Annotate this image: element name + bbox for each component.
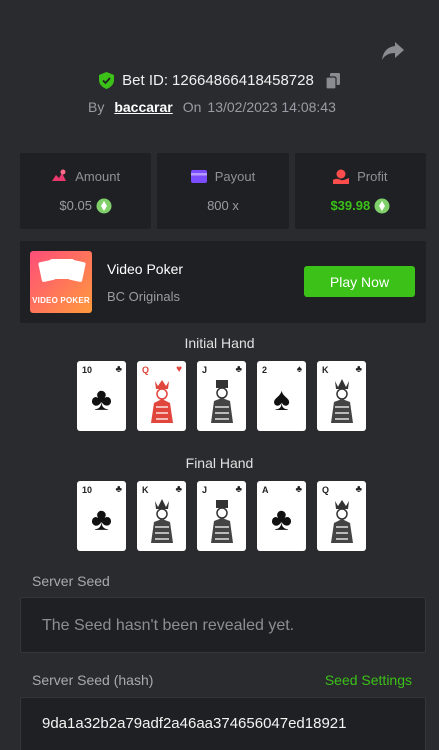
coin-icon: [96, 198, 112, 213]
bet-datetime: 13/02/2023 14:08:43: [207, 99, 336, 115]
final-hand-label: Final Hand: [185, 455, 254, 471]
playing-card: Q ♣: [317, 481, 366, 551]
by-label: By: [88, 99, 105, 115]
queen-face-icon: [151, 380, 173, 423]
username-link[interactable]: baccarar: [114, 99, 172, 115]
seed-settings-link[interactable]: Seed Settings: [325, 672, 412, 688]
final-hand: 10 ♣ ♣ K ♣ J ♣ A ♣ ♣ Q ♣: [77, 481, 366, 551]
thumbnail-label: VIDEO POKER: [32, 296, 90, 305]
profit-value: $39.98: [330, 198, 371, 213]
amount-icon: [52, 169, 67, 181]
queen-face-icon: [331, 500, 353, 543]
play-now-button[interactable]: Play Now: [304, 266, 415, 297]
bet-stats: Amount $0.05 Payout 800 x Profit $39.98: [20, 153, 426, 229]
amount-value: $0.05: [59, 198, 92, 213]
video-poker-thumbnail[interactable]: VIDEO POKER: [30, 251, 92, 313]
playing-card: K ♣: [317, 361, 366, 431]
server-seed-field[interactable]: The Seed hasn't been revealed yet.: [20, 597, 426, 653]
copy-icon[interactable]: [325, 72, 340, 89]
playing-card: 10 ♣ ♣: [77, 481, 126, 551]
server-seed-hash-label: Server Seed (hash): [32, 672, 154, 688]
payout-value: 800 x: [207, 198, 239, 213]
server-seed-value: The Seed hasn't been revealed yet.: [42, 617, 295, 634]
payout-stat: Payout 800 x: [157, 153, 289, 229]
playing-card: J ♣: [197, 361, 246, 431]
profit-stat: Profit $39.98: [294, 153, 426, 229]
playing-card: 10 ♣ ♣: [77, 361, 126, 431]
profit-label: Profit: [357, 168, 388, 184]
server-seed-hash-value: 9da1a32b2a79adf2a46aa374656047ed18921: [42, 715, 347, 732]
playing-card: 2 ♠ ♠: [257, 361, 306, 431]
playing-card: A ♣ ♣: [257, 481, 306, 551]
on-label: On: [182, 99, 202, 115]
profit-icon: [333, 169, 350, 184]
playing-card: K ♣: [137, 481, 186, 551]
game-subtitle: BC Originals: [107, 289, 180, 304]
king-face-icon: [331, 379, 353, 423]
bet-meta-row: By baccarar On 13/02/2023 14:08:43: [88, 99, 336, 115]
shield-check-icon: [99, 72, 115, 89]
amount-label: Amount: [75, 168, 121, 184]
payout-label: Payout: [214, 169, 256, 184]
playing-card: J ♣: [197, 481, 246, 551]
initial-hand: 10 ♣ ♣ Q ♥ J ♣ 2 ♠ ♠ K ♣: [77, 361, 366, 431]
payout-icon: [190, 170, 207, 183]
jack-face-icon: [211, 500, 233, 543]
jack-face-icon: [211, 380, 233, 423]
initial-hand-label: Initial Hand: [184, 335, 255, 351]
game-title: Video Poker: [107, 261, 184, 277]
bet-id-row: Bet ID: 12664866418458728: [0, 72, 439, 89]
king-face-icon: [151, 499, 173, 543]
bet-id-value: 12664866418458728: [172, 72, 314, 89]
coin-icon: [374, 198, 390, 213]
server-seed-label: Server Seed: [32, 573, 110, 589]
bet-id-label: Bet ID:: [122, 72, 169, 89]
playing-card: Q ♥: [137, 361, 186, 431]
game-card: VIDEO POKER Video Poker BC Originals Pla…: [20, 241, 426, 323]
share-icon[interactable]: [381, 40, 405, 62]
amount-stat: Amount $0.05: [20, 153, 152, 229]
server-seed-hash-field[interactable]: 9da1a32b2a79adf2a46aa374656047ed18921: [20, 697, 426, 750]
